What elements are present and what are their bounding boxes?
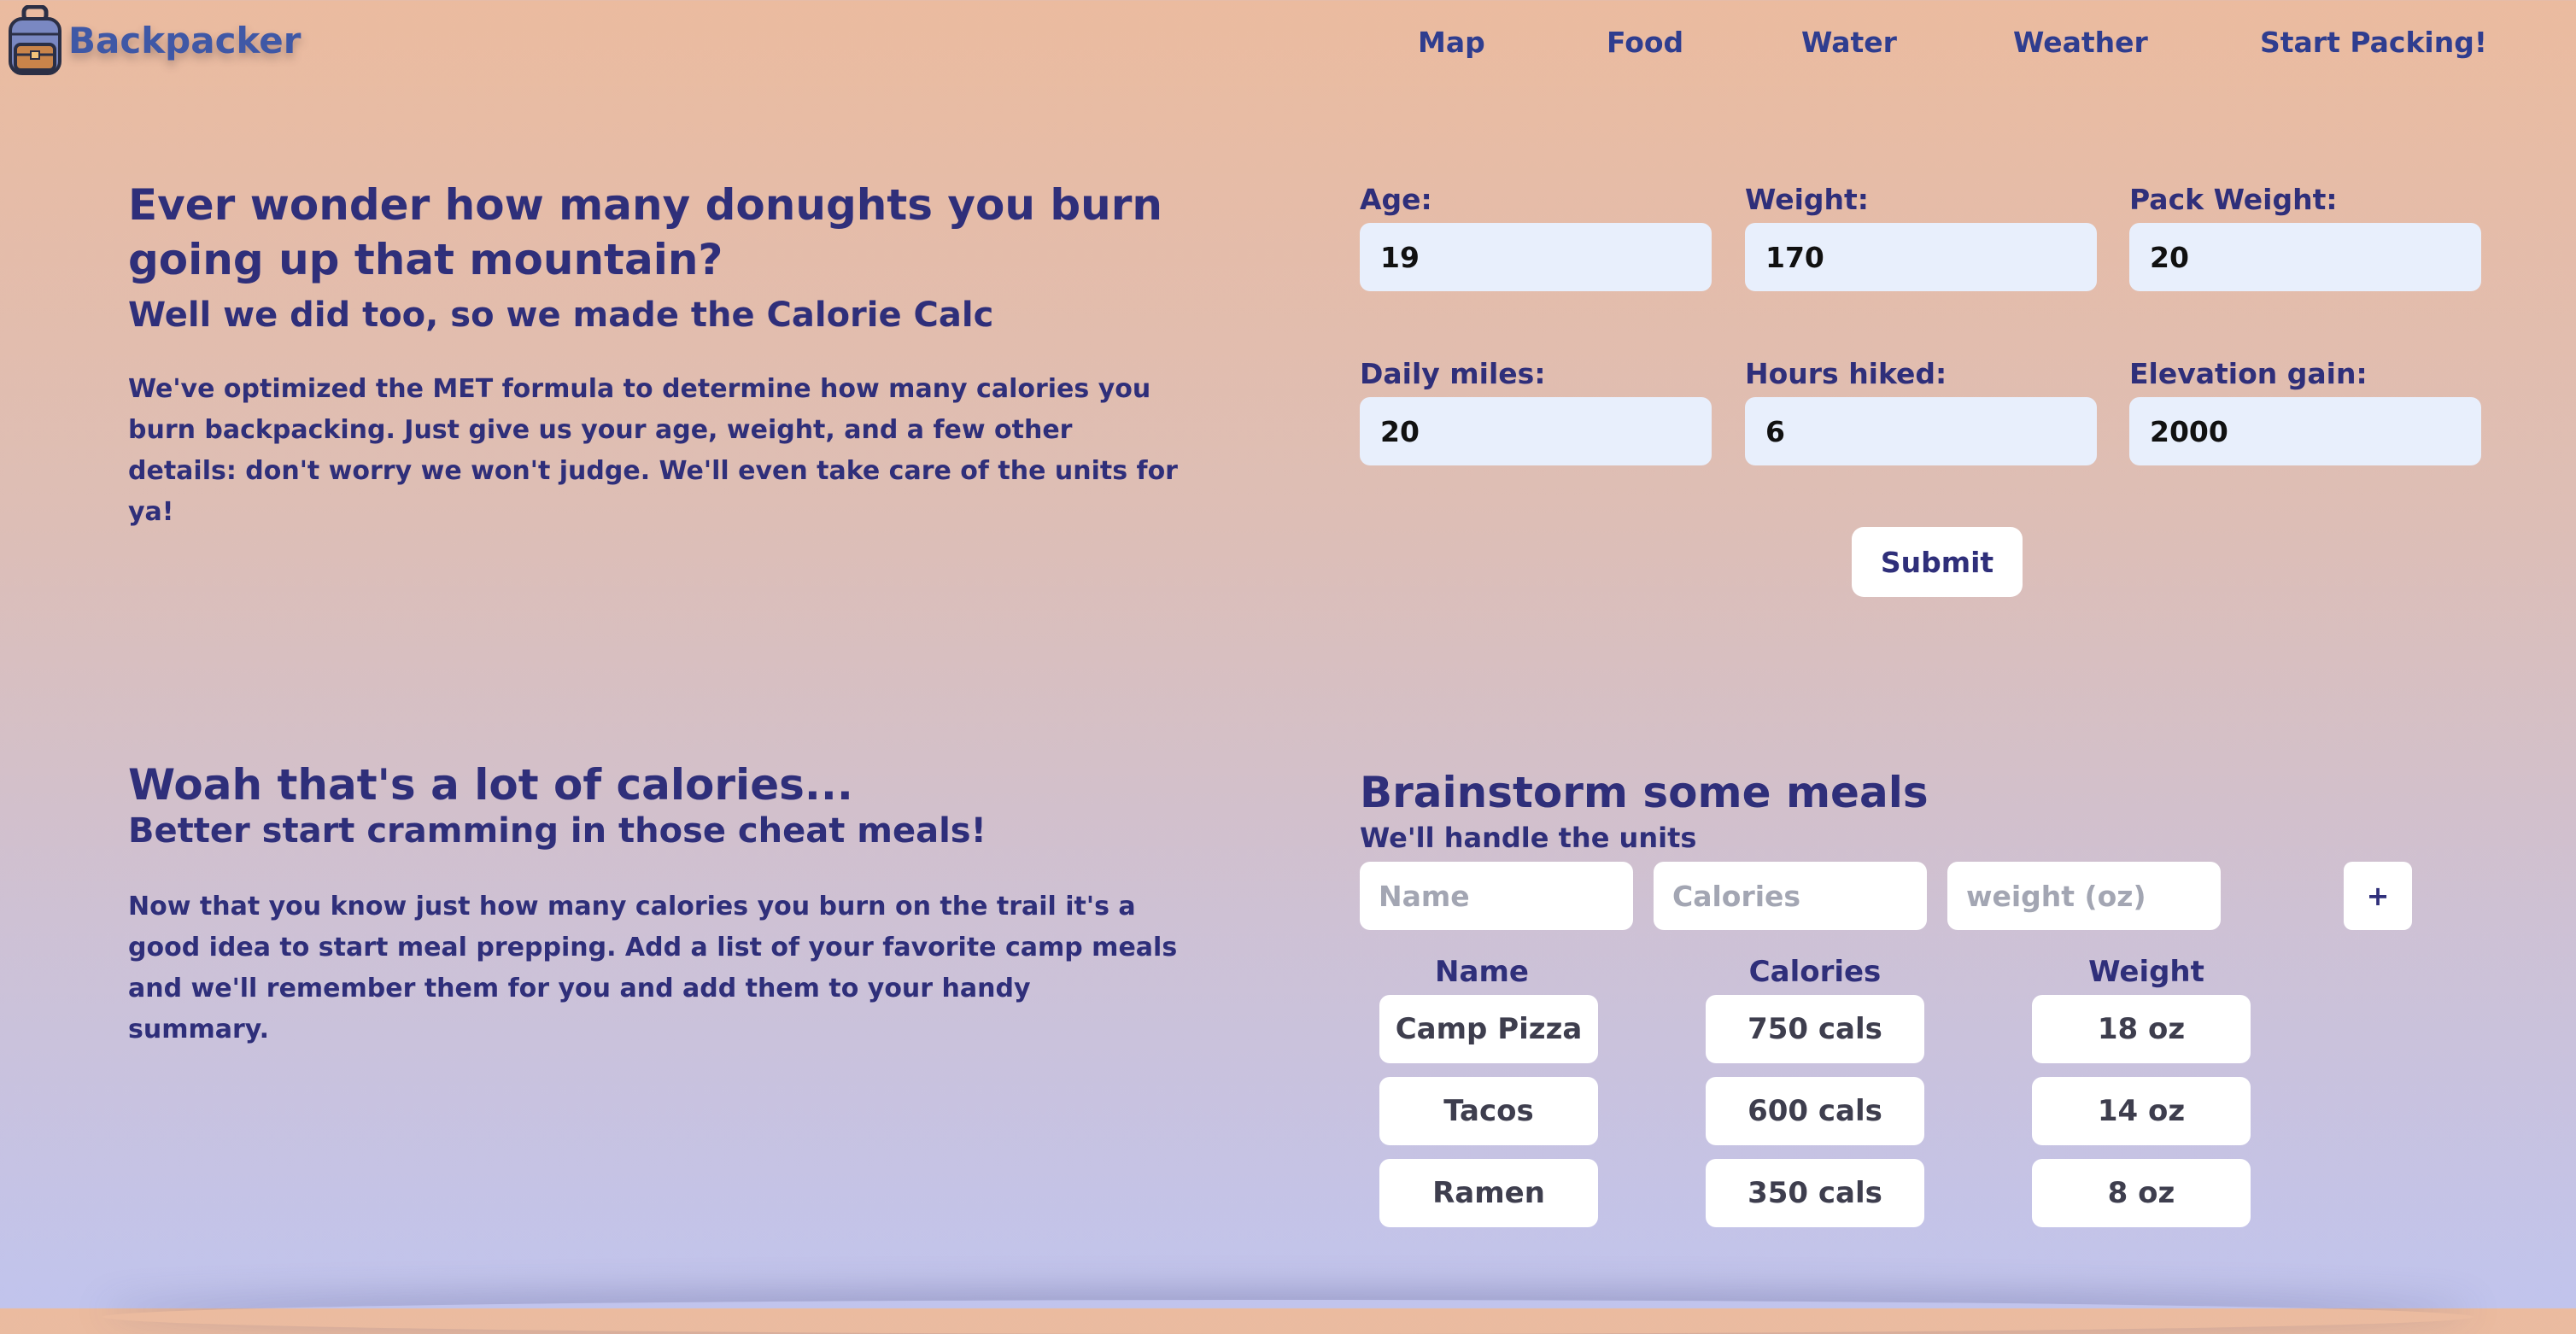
meal-calories-input[interactable] (1654, 862, 1927, 930)
pack-weight-input[interactable] (2129, 223, 2481, 291)
intro-subtitle: Well we did too, so we made the Calorie … (128, 295, 994, 335)
add-meal-button[interactable]: + (2344, 862, 2412, 930)
daily-miles-input[interactable] (1360, 397, 1712, 465)
meals-intro-subtitle: Better start cramming in those cheat mea… (128, 811, 986, 851)
meal-weight-cell: 14 oz (2032, 1077, 2251, 1145)
backpack-icon (9, 5, 61, 75)
pack-weight-label: Pack Weight: (2129, 183, 2338, 216)
age-field-group: Age: (1360, 183, 1712, 291)
elevation-gain-input[interactable] (2129, 397, 2481, 465)
nav-water[interactable]: Water (1801, 26, 1897, 59)
intro-section: Ever wonder how many donughts you burn g… (128, 178, 1178, 533)
top-nav-bar: Backpacker Map Food Water Weather Start … (0, 0, 2576, 94)
pack-weight-field-group: Pack Weight: (2129, 183, 2481, 291)
meals-subtitle: We'll handle the units (1360, 822, 1697, 854)
nav-weather[interactable]: Weather (2013, 26, 2148, 59)
daily-miles-label: Daily miles: (1360, 357, 1546, 390)
meal-calories-cell: 350 cals (1706, 1159, 1924, 1227)
meal-name-input[interactable] (1360, 862, 1633, 930)
footer-shadow (102, 1300, 2474, 1334)
column-header-calories: Calories (1748, 955, 1882, 989)
meal-name-cell: Camp Pizza (1379, 995, 1598, 1063)
weight-label: Weight: (1745, 183, 1870, 216)
column-header-weight: Weight (2088, 955, 2204, 989)
weight-input[interactable] (1745, 223, 2097, 291)
meals-intro-section: Woah that's a lot of calories... Better … (128, 758, 1177, 1050)
elevation-gain-field-group: Elevation gain: (2129, 357, 2481, 465)
nav-start-packing[interactable]: Start Packing! (2260, 26, 2487, 59)
intro-title: Ever wonder how many donughts you burn g… (128, 180, 1162, 284)
submit-button[interactable]: Submit (1852, 527, 2023, 597)
hours-hiked-input[interactable] (1745, 397, 2097, 465)
nav-food[interactable]: Food (1607, 26, 1683, 59)
intro-body: We've optimized the MET formula to deter… (128, 374, 1178, 527)
meals-title: Brainstorm some meals (1360, 768, 1929, 817)
age-label: Age: (1360, 183, 1432, 216)
column-header-name: Name (1435, 955, 1529, 989)
meal-weight-cell: 8 oz (2032, 1159, 2251, 1227)
logo-text: Backpacker (68, 19, 302, 61)
meal-calories-cell: 600 cals (1706, 1077, 1924, 1145)
nav-map[interactable]: Map (1418, 26, 1485, 59)
weight-field-group: Weight: (1745, 183, 2097, 291)
elevation-gain-label: Elevation gain: (2129, 357, 2368, 390)
meal-weight-cell: 18 oz (2032, 995, 2251, 1063)
hours-hiked-field-group: Hours hiked: (1745, 357, 2097, 465)
age-input[interactable] (1360, 223, 1712, 291)
daily-miles-field-group: Daily miles: (1360, 357, 1712, 465)
meals-intro-title: Woah that's a lot of calories... (128, 760, 853, 810)
meal-weight-input[interactable] (1947, 862, 2221, 930)
meals-intro-body: Now that you know just how many calories… (128, 892, 1178, 1044)
meal-name-cell: Tacos (1379, 1077, 1598, 1145)
hours-hiked-label: Hours hiked: (1745, 357, 1947, 390)
meal-calories-cell: 750 cals (1706, 995, 1924, 1063)
logo[interactable]: Backpacker (7, 5, 302, 75)
meal-name-cell: Ramen (1379, 1159, 1598, 1227)
